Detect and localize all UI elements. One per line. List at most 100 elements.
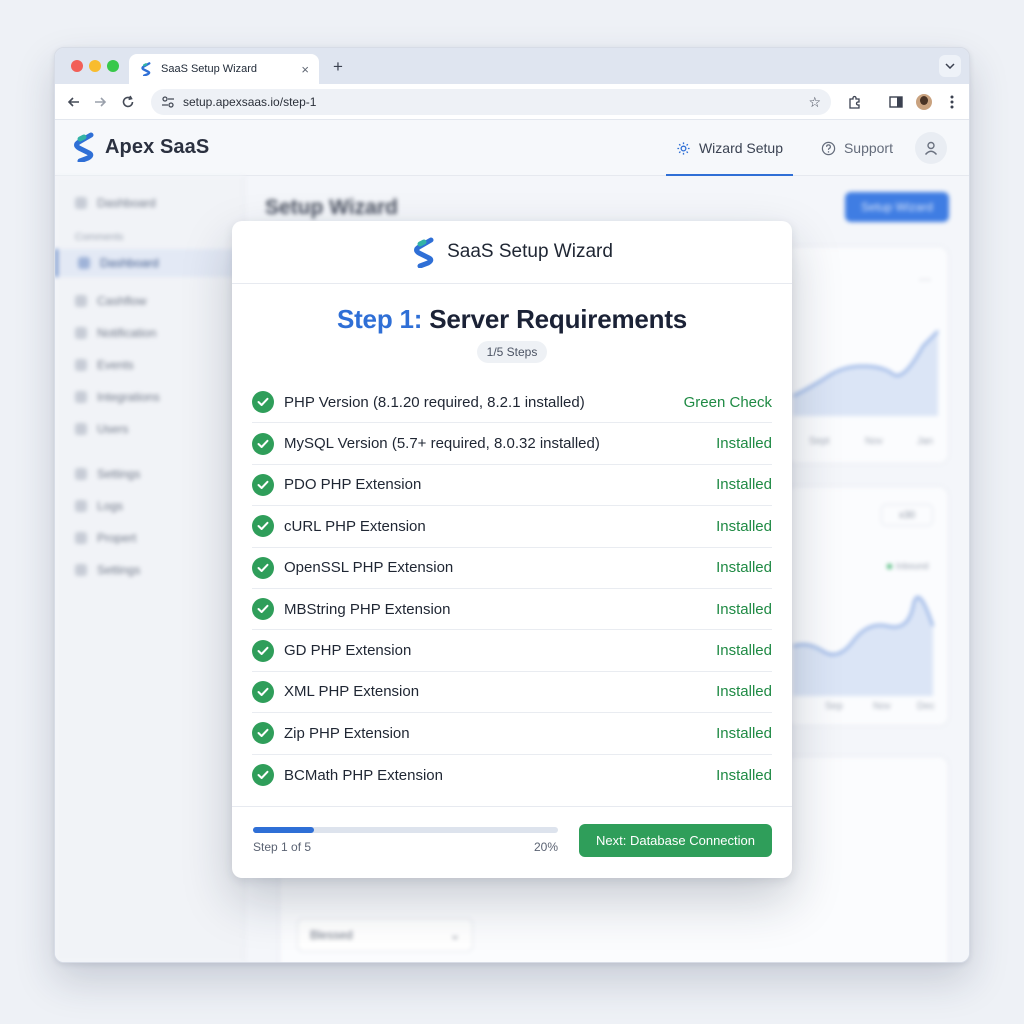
- check-circle-icon: [252, 473, 274, 496]
- profile-avatar-icon[interactable]: [913, 91, 935, 113]
- brand[interactable]: Apex SaaS: [71, 132, 209, 162]
- check-circle-icon: [252, 432, 274, 455]
- user-icon: [924, 141, 938, 155]
- step-count-badge: 1/5 Steps: [476, 341, 548, 363]
- requirement-status: Installed: [716, 766, 772, 784]
- sidebar-item-settings[interactable]: Settings: [75, 467, 140, 481]
- new-tab-icon[interactable]: +: [327, 56, 349, 78]
- maximize-window-button[interactable]: [107, 60, 119, 72]
- logs-icon: [75, 500, 87, 512]
- gear-icon: [75, 468, 87, 480]
- requirement-label: MySQL Version (5.7+ required, 8.0.32 ins…: [284, 435, 600, 453]
- address-bar[interactable]: setup.apexsaas.io/step-1 ☆: [151, 89, 831, 115]
- check-circle-icon: [252, 598, 274, 621]
- modal-footer: Step 1 of 5 20% Next: Database Connectio…: [232, 806, 792, 878]
- site-settings-icon[interactable]: [161, 96, 175, 108]
- nav-wizard-setup-label: Wizard Setup: [698, 140, 783, 156]
- requirement-row: XML PHP Extension Installed: [252, 672, 772, 714]
- check-circle-icon: [252, 639, 274, 662]
- bar-chart-icon: [75, 327, 87, 339]
- chart-1-tick-label: Jan: [917, 436, 934, 447]
- sidebar-item-events[interactable]: Events: [75, 358, 134, 372]
- check-circle-icon: [252, 556, 274, 579]
- help-circle-icon: [821, 141, 836, 155]
- sidebar-item-notification[interactable]: Notification: [75, 326, 156, 340]
- browser-menu-icon[interactable]: [941, 91, 963, 113]
- apex-logo-icon: [74, 132, 94, 162]
- requirement-label: XML PHP Extension: [284, 683, 420, 701]
- sidebar-item-logs[interactable]: Logs: [75, 499, 123, 513]
- modal-header: SaaS Setup Wizard: [232, 221, 792, 284]
- chevron-down-icon: ⌄: [449, 928, 460, 942]
- minimize-window-button[interactable]: [89, 60, 101, 72]
- bookmark-star-icon[interactable]: ☆: [808, 94, 821, 111]
- app-header: Apex SaaS Wizard Setup Support: [55, 120, 969, 176]
- chart-2-range-select[interactable]: x30: [881, 504, 933, 526]
- sidebar-item-propert[interactable]: Propert: [75, 531, 136, 545]
- user-avatar-button[interactable]: [915, 132, 947, 164]
- browser-tabbar: SaaS Setup Wizard × +: [55, 48, 969, 84]
- side-panel-icon[interactable]: [885, 91, 907, 113]
- page-title: Setup Wizard: [265, 196, 398, 219]
- apex-logo-icon: [414, 237, 434, 268]
- browser-tab[interactable]: SaaS Setup Wizard ×: [129, 54, 319, 84]
- modal-title: SaaS Setup Wizard: [447, 241, 613, 262]
- sidebar-item-settings-2[interactable]: Settings: [75, 563, 140, 577]
- requirement-row: PDO PHP Extension Installed: [252, 465, 772, 507]
- line-chart-icon: [75, 359, 87, 371]
- integration-icon: [75, 391, 87, 403]
- logout-icon: [75, 564, 87, 576]
- next-database-connection-button[interactable]: Next: Database Connection: [579, 824, 772, 857]
- chart-1-area: [793, 330, 939, 416]
- tab-title: SaaS Setup Wizard: [161, 63, 257, 75]
- requirement-row: GD PHP Extension Installed: [252, 630, 772, 672]
- requirement-label: Zip PHP Extension: [284, 724, 410, 742]
- sidebar-item-dashboard[interactable]: Dashboard: [75, 196, 156, 210]
- grid-icon: [78, 257, 90, 269]
- setup-wizard-button[interactable]: Setup Wizard: [845, 192, 949, 222]
- chart-2-legend: Inbound: [887, 561, 929, 571]
- check-circle-icon: [252, 722, 274, 745]
- dashboard-icon: [75, 197, 87, 209]
- tab-search-chevron-icon[interactable]: [939, 55, 961, 77]
- sidebar-item-integrations[interactable]: Integrations: [75, 390, 160, 404]
- extensions-puzzle-icon[interactable]: [843, 91, 865, 113]
- more-options-icon[interactable]: ···: [919, 272, 931, 286]
- background-select[interactable]: Blessed ⌄: [297, 918, 473, 952]
- chart-2-tick-label: Nov: [873, 701, 891, 712]
- requirement-status: Installed: [716, 683, 772, 701]
- requirement-status: Installed: [716, 642, 772, 660]
- requirement-status: Installed: [716, 724, 772, 742]
- forward-arrow-icon[interactable]: [89, 91, 111, 113]
- close-window-button[interactable]: [71, 60, 83, 72]
- step-title: Server Requirements: [429, 304, 688, 334]
- check-circle-icon: [252, 680, 274, 703]
- header-nav: Wizard Setup: [665, 120, 794, 176]
- sidebar: Dashboard Comments Dashboard Cashflow No…: [55, 176, 245, 962]
- requirement-row: Zip PHP Extension Installed: [252, 713, 772, 755]
- requirement-row: BCMath PHP Extension Installed: [252, 755, 772, 796]
- step-pill-wrap: 1/5 Steps: [232, 341, 792, 363]
- chart-2-area: [793, 596, 934, 696]
- check-circle-icon: [252, 515, 274, 538]
- reload-icon[interactable]: [117, 91, 139, 113]
- close-tab-icon[interactable]: ×: [301, 62, 309, 77]
- requirement-label: PDO PHP Extension: [284, 476, 422, 494]
- apex-logo-icon: [141, 62, 151, 76]
- sidebar-item-dashboard-active[interactable]: Dashboard: [55, 249, 245, 277]
- setup-wizard-modal: SaaS Setup Wizard Step 1: Server Require…: [232, 221, 792, 878]
- requirement-status: Green Check: [683, 393, 772, 411]
- sidebar-item-users[interactable]: Users: [75, 422, 128, 436]
- nav-support-label: Support: [843, 140, 893, 156]
- requirement-row: PHP Version (8.1.20 required, 8.2.1 inst…: [252, 382, 772, 424]
- sidebar-item-cashflow[interactable]: Cashflow: [75, 294, 146, 308]
- check-circle-icon: [252, 764, 274, 787]
- gear-icon: [677, 141, 690, 155]
- requirement-label: OpenSSL PHP Extension: [284, 559, 454, 577]
- chart-1-tick-label: Nov: [865, 436, 883, 447]
- step-heading: Step 1: Server Requirements: [232, 304, 792, 335]
- nav-wizard-setup[interactable]: Wizard Setup: [665, 120, 794, 176]
- requirement-row: OpenSSL PHP Extension Installed: [252, 548, 772, 589]
- back-arrow-icon[interactable]: [63, 91, 85, 113]
- nav-support[interactable]: Support: [811, 120, 903, 176]
